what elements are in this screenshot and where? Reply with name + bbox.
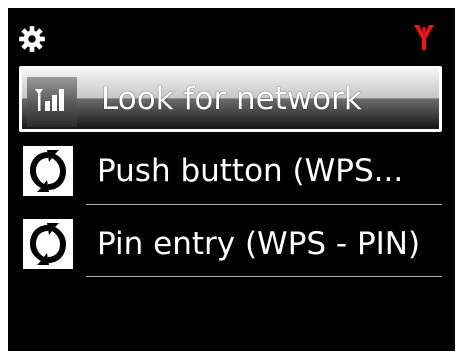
menu-item-label: Push button (WPS...	[97, 153, 404, 189]
menu-item-look-for-network[interactable]: Look for network	[19, 66, 442, 132]
device-screen: Look for network Push button (WPS... Pin…	[8, 8, 455, 351]
wps-icon	[23, 146, 73, 196]
menu-item-label: Look for network	[101, 81, 362, 117]
menu-divider	[86, 276, 442, 277]
gear-icon[interactable]	[18, 25, 46, 53]
status-bar	[8, 8, 455, 58]
antenna-icon	[414, 25, 434, 50]
menu-item-pin-entry-wps[interactable]: Pin entry (WPS - PIN)	[8, 211, 442, 274]
signal-bars-icon	[27, 77, 77, 127]
wps-icon	[23, 219, 73, 269]
menu-divider	[86, 204, 442, 205]
menu-item-label: Pin entry (WPS - PIN)	[97, 226, 421, 262]
menu-item-push-button-wps[interactable]: Push button (WPS...	[8, 138, 442, 201]
